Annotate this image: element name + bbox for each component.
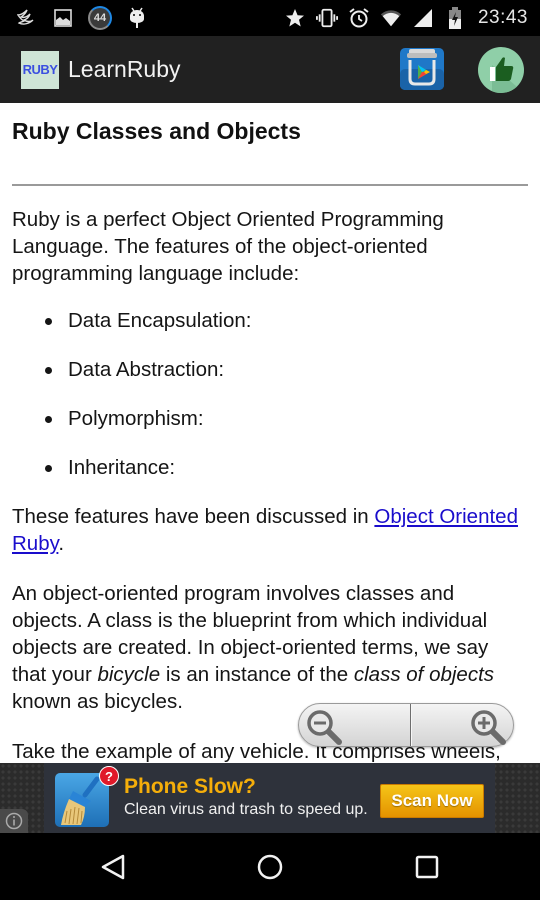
nav-bar [0,833,540,900]
vibrate-icon [315,7,338,29]
list-item: Data Abstraction: [12,356,528,383]
battery-charging-icon [444,7,466,29]
alarm-icon [348,7,370,29]
list-item: Data Encapsulation: [12,307,528,334]
star-icon [284,7,306,29]
para-text: known as bicycles. [12,690,183,713]
notification-count-badge: 44 [88,6,112,30]
classes-paragraph: An object-oriented program involves clas… [12,580,528,715]
back-button[interactable] [95,849,131,885]
intro-paragraph: Ruby is a perfect Object Oriented Progra… [12,208,444,285]
zoom-in-button[interactable] [412,704,513,746]
scan-now-button[interactable]: Scan Now [380,784,484,818]
app-title: LearnRuby [68,56,181,82]
app-bar: RUBY LearnRuby [0,36,540,103]
gallery-icon [52,7,74,29]
list-item: Polymorphism: [12,405,528,432]
zoom-out-button[interactable] [299,704,410,746]
ad-subtext: Clean virus and trash to speed up. [124,801,368,818]
discussed-suffix: . [58,532,65,555]
status-clock: 23:43 [477,7,528,28]
info-icon [5,812,23,830]
discussed-prefix: These features have been discussed in [12,505,375,528]
play-store-button[interactable] [399,46,445,92]
app-logo: RUBY [21,50,59,89]
app-logo-text: RUBY [22,62,58,77]
home-button[interactable] [252,849,288,885]
page-title: Ruby Classes and Objects [12,118,301,144]
ad-headline: Phone Slow? [124,775,256,798]
title-divider [12,184,528,186]
article-content[interactable]: Ruby Classes and Objects Ruby is a perfe… [0,103,540,763]
recents-button[interactable] [409,849,445,885]
ad-banner[interactable]: ? Phone Slow? Clean virus and trash to s… [0,763,540,833]
para-text: is an instance of the [160,663,354,686]
back-icon [101,854,125,880]
list-item: Inheritance: [12,454,528,481]
play-store-icon [400,48,444,90]
para-emphasis: bicycle [97,663,161,686]
home-icon [257,854,283,880]
thumbs-up-icon [490,57,524,93]
zoom-in-icon [471,710,506,745]
para-emphasis: class of objects [353,663,495,686]
zoom-controls [298,703,514,747]
swift-app-icon [16,7,38,29]
android-icon [126,7,148,29]
ad-info-button[interactable] [0,809,28,833]
status-bar: 44 23:43 [0,0,540,36]
signal-icon [412,7,434,29]
recents-icon [415,855,439,879]
zoom-out-icon [307,710,342,745]
like-button[interactable] [478,47,524,93]
ad-alert-badge: ? [99,766,119,786]
features-list: Data Encapsulation: Data Abstraction: Po… [12,307,528,481]
discussed-paragraph: These features have been discussed in Ob… [12,503,528,557]
wifi-icon [380,7,402,29]
